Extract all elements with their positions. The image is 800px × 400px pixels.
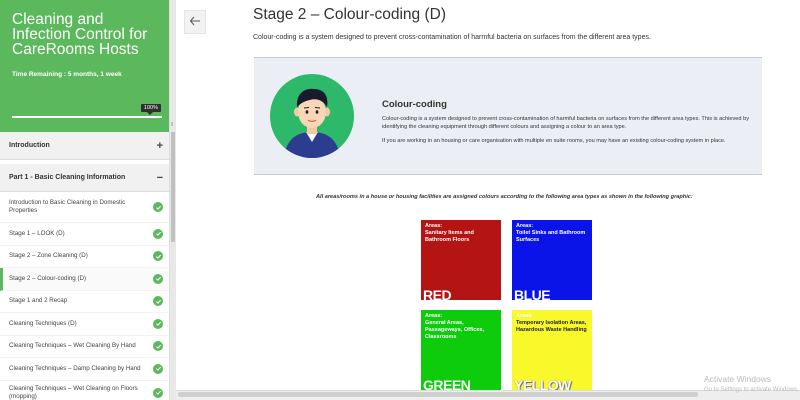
lesson-label: Stage 1 and 2 Recap xyxy=(9,297,68,305)
lesson-label: Stage 1 – LOOK (D) xyxy=(9,229,65,237)
sidebar-resize-handle-icon[interactable]: ǁ xyxy=(171,122,173,128)
lesson-item[interactable]: Stage 1 and 2 Recap xyxy=(0,290,169,313)
lesson-item[interactable]: Cleaning Techniques – Wet Cleaning By Ha… xyxy=(0,335,169,358)
check-circle-icon xyxy=(153,228,163,239)
time-remaining: Time Remaining : 5 months, 1 week xyxy=(12,71,122,78)
lesson-label: Stage 2 – Zone Cleaning (D) xyxy=(9,252,88,260)
lesson-content: Stage 2 – Colour-coding (D) Colour-codin… xyxy=(176,0,800,400)
lesson-item[interactable]: Cleaning Techniques – Wet Cleaning on Fl… xyxy=(0,380,169,400)
lesson-label: Introduction to Basic Cleaning in Domest… xyxy=(9,199,126,214)
progress-bar xyxy=(12,116,162,118)
check-circle-icon xyxy=(153,387,163,398)
intro-text: Colour-coding is a system designed to pr… xyxy=(253,34,651,41)
red-area-swatch: Areas: Sanitary Items and Bathroom Floor… xyxy=(421,220,501,303)
section-introduction[interactable]: Introduction + xyxy=(0,132,169,160)
lesson-item-active[interactable]: Stage 2 – Colour-coding (D) xyxy=(0,268,169,291)
areas-heading: Areas: xyxy=(425,223,443,229)
back-arrow-icon xyxy=(189,13,201,31)
watermark-title: Activate Windows xyxy=(704,374,772,384)
yellow-area-swatch: Areas: Temporary Isolation Areas, Hazard… xyxy=(512,310,592,392)
areas-text: General Areas, Passageways, Offices, Cla… xyxy=(425,320,485,340)
area-label: Areas: Sanitary Items and Bathroom Floor… xyxy=(425,223,499,244)
box-paragraph: Colour-coding is a system designed to pr… xyxy=(382,116,749,130)
check-circle-icon xyxy=(153,202,163,212)
lesson-label: Cleaning Techniques – Damp Cleaning by H… xyxy=(9,364,141,372)
expand-icon[interactable]: + xyxy=(157,140,163,152)
course-header: Cleaning and Infection Control for CareR… xyxy=(0,0,169,132)
progress-bar-fill xyxy=(12,116,162,118)
lesson-item[interactable]: Cleaning Techniques (D) xyxy=(0,313,169,336)
green-area-swatch: Areas: General Areas, Passageways, Offic… xyxy=(421,310,501,392)
lesson-item[interactable]: Cleaning Techniques – Damp Cleaning by H… xyxy=(0,358,169,381)
area-label: Areas: Temporary Isolation Areas, Hazard… xyxy=(516,313,590,334)
lesson-item[interactable]: Stage 2 – Zone Cleaning (D) xyxy=(0,245,169,268)
app-root: Cleaning and Infection Control for CareR… xyxy=(0,0,800,400)
lesson-item[interactable]: Introduction to Basic Cleaning in Domest… xyxy=(0,192,169,223)
check-circle-icon xyxy=(153,363,163,374)
lesson-label: Cleaning Techniques (D) xyxy=(9,319,77,327)
area-label: Areas: Toilet Sinks and Bathroom Surface… xyxy=(516,223,590,244)
area-label: Areas: General Areas, Passageways, Offic… xyxy=(425,313,499,341)
lesson-label: Cleaning Techniques – Wet Cleaning on Fl… xyxy=(9,384,138,400)
areas-heading: Areas: xyxy=(425,313,443,319)
box-paragraph: If you are working in an housing or care… xyxy=(382,138,726,144)
colour-coding-box: Colour-coding Colour-coding is a system … xyxy=(254,57,762,175)
areas-heading: Areas: xyxy=(516,313,534,319)
collapse-icon[interactable]: − xyxy=(157,172,163,184)
section-part-1[interactable]: Part 1 - Basic Cleaning Information − xyxy=(0,164,169,192)
graphic-caption: All areas/rooms in a house or housing fa… xyxy=(316,194,693,200)
page-title: Stage 2 – Colour-coding (D) xyxy=(253,6,446,23)
check-circle-icon xyxy=(153,341,163,352)
avatar xyxy=(270,74,354,158)
sidebar-scroll-thumb[interactable] xyxy=(171,132,175,242)
check-circle-icon xyxy=(153,273,163,284)
watermark-subtitle: Go to Settings to activate Windows. xyxy=(704,387,799,393)
horizontal-scroll-thumb[interactable] xyxy=(178,392,698,397)
box-heading: Colour-coding xyxy=(382,99,447,110)
lesson-label: Cleaning Techniques – Wet Cleaning By Ha… xyxy=(9,342,136,350)
activate-windows-watermark: Activate Windows Go to Settings to activ… xyxy=(704,374,799,396)
lesson-item[interactable]: Stage 1 – LOOK (D) xyxy=(0,223,169,246)
color-word: BLUE xyxy=(514,287,551,303)
check-circle-icon xyxy=(153,318,163,329)
course-sidebar: Cleaning and Infection Control for CareR… xyxy=(0,0,170,400)
areas-text: Temporary Isolation Areas, Hazardous Was… xyxy=(516,320,587,333)
progress-badge: 100% xyxy=(140,104,161,115)
lesson-list: Introduction to Basic Cleaning in Domest… xyxy=(0,192,169,400)
areas-text: Toilet Sinks and Bathroom Surfaces xyxy=(516,230,586,243)
areas-heading: Areas: xyxy=(516,223,534,229)
section-label: Part 1 - Basic Cleaning Information xyxy=(9,174,126,181)
section-label: Introduction xyxy=(9,142,50,149)
course-title: Cleaning and Infection Control for CareR… xyxy=(12,11,148,58)
check-circle-icon xyxy=(153,251,163,262)
back-button[interactable] xyxy=(184,10,206,34)
check-circle-icon xyxy=(153,296,163,307)
lesson-label: Stage 2 – Colour-coding (D) xyxy=(9,274,87,282)
blue-area-swatch: Areas: Toilet Sinks and Bathroom Surface… xyxy=(512,220,592,303)
areas-text: Sanitary Items and Bathroom Floors xyxy=(425,230,474,243)
color-word: RED xyxy=(423,287,452,303)
